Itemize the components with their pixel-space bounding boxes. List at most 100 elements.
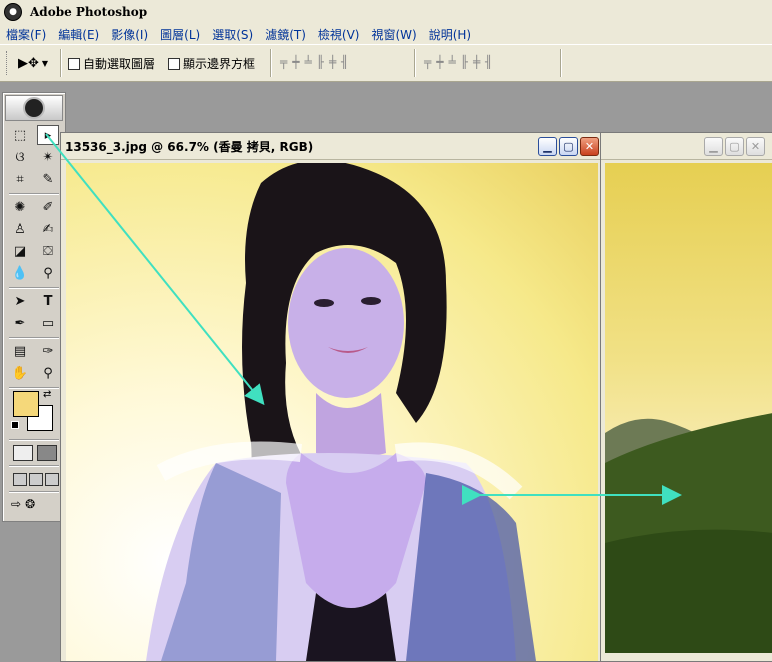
distribute-bottom-icon[interactable]: ╧ <box>448 55 455 69</box>
close-button[interactable]: ✕ <box>746 137 765 156</box>
options-separator <box>414 49 416 77</box>
show-bounding-box-label: 顯示邊界方框 <box>183 57 256 71</box>
type-tool-icon[interactable]: T <box>37 291 59 311</box>
toolbox-separator <box>9 337 59 339</box>
document-canvas[interactable] <box>605 163 772 653</box>
menu-image[interactable]: 影像(I) <box>105 26 154 43</box>
move-tool-icon[interactable]: ▸ <box>37 125 59 145</box>
full-screen-mode-button[interactable] <box>45 473 59 486</box>
menubar: 檔案(F) 編輯(E) 影像(I) 圖層(L) 選取(S) 濾鏡(T) 檢視(V… <box>0 24 772 44</box>
blur-tool-icon[interactable]: 💧 <box>9 263 31 283</box>
menu-help[interactable]: 說明(H) <box>423 26 477 43</box>
healing-brush-tool-icon[interactable]: ✺ <box>9 197 31 217</box>
align-top-icon[interactable]: ╤ <box>280 55 287 69</box>
menu-window[interactable]: 視窗(W) <box>365 26 422 43</box>
jump-to-imageready-button[interactable]: ⇨ ❂ <box>11 497 57 515</box>
distribute-right-icon[interactable]: ╢ <box>485 55 492 69</box>
document-canvas[interactable] <box>66 163 598 661</box>
options-bar: ▶✥ ▼ 自動選取圖層 顯示邊界方框 ╤ ┿ ╧ ╟ ╪ ╢ ╤ ┿ ╧ ╟ ╪… <box>0 44 772 82</box>
align-left-icon[interactable]: ╟ <box>317 55 324 69</box>
toolbox-header-logo[interactable] <box>5 95 63 121</box>
toolbox-separator <box>9 387 59 389</box>
full-screen-menu-mode-button[interactable] <box>29 473 43 486</box>
lasso-tool-icon[interactable]: ଓ <box>9 147 31 167</box>
rectangle-tool-icon[interactable]: ▭ <box>37 313 59 333</box>
minimize-button[interactable]: ▁ <box>538 137 557 156</box>
crop-tool-icon[interactable]: ⌗ <box>9 169 31 189</box>
app-titlebar: ● Adobe Photoshop <box>0 0 772 25</box>
dodge-tool-icon[interactable]: ⚲ <box>37 263 59 283</box>
auto-select-layer-checkbox[interactable]: 自動選取圖層 <box>68 55 155 72</box>
checkbox-box[interactable] <box>68 57 80 70</box>
menu-layer[interactable]: 圖層(L) <box>154 26 206 43</box>
document-window-landscape[interactable]: ▁ ▢ ✕ <box>600 132 772 662</box>
maximize-button[interactable]: ▢ <box>725 137 744 156</box>
document-titlebar[interactable]: 13536_3.jpg @ 66.7% (香曼 拷貝, RGB) ▁ ▢ ✕ <box>61 133 603 160</box>
align-right-icon[interactable]: ╢ <box>341 55 348 69</box>
clone-stamp-tool-icon[interactable]: ♙ <box>9 219 31 239</box>
zoom-tool-icon[interactable]: ⚲ <box>37 363 59 383</box>
distribute-left-icon[interactable]: ╟ <box>461 55 468 69</box>
imageready-icon: ❂ <box>25 497 36 511</box>
menu-file[interactable]: 檔案(F) <box>0 26 52 43</box>
align-hcenter-icon[interactable]: ╪ <box>329 55 336 69</box>
pen-tool-icon[interactable]: ✒ <box>9 313 31 333</box>
photoshop-eye-icon <box>23 97 45 119</box>
landscape-photo <box>605 413 772 653</box>
menu-filter[interactable]: 濾鏡(T) <box>259 26 312 43</box>
brush-tool-icon[interactable]: ✐ <box>37 197 59 217</box>
standard-screen-mode-button[interactable] <box>13 473 27 486</box>
options-separator <box>560 49 562 77</box>
distribute-vcenter-icon[interactable]: ┿ <box>436 55 443 69</box>
marquee-tool-icon[interactable]: ⬚ <box>9 125 31 145</box>
toolbox-separator <box>9 193 59 195</box>
toolbox-separator <box>9 287 59 289</box>
maximize-button[interactable]: ▢ <box>559 137 578 156</box>
align-buttons-group: ╤ ┿ ╧ ╟ ╪ ╢ <box>280 55 348 69</box>
document-window-portrait[interactable]: 13536_3.jpg @ 66.7% (香曼 拷貝, RGB) ▁ ▢ ✕ <box>60 132 604 662</box>
magic-wand-tool-icon[interactable]: ✴ <box>37 147 59 167</box>
tool-preset-picker[interactable]: ▶✥ ▼ <box>18 53 52 73</box>
minimize-button[interactable]: ▁ <box>704 137 723 156</box>
show-bounding-box-checkbox[interactable]: 顯示邊界方框 <box>168 55 255 72</box>
toolbox-separator <box>9 439 59 441</box>
eraser-tool-icon[interactable]: ◪ <box>9 241 31 261</box>
options-separator <box>270 49 272 77</box>
options-separator <box>60 49 62 77</box>
eyedropper-tool-icon[interactable]: ✑ <box>37 341 59 361</box>
document-titlebar[interactable]: ▁ ▢ ✕ <box>601 133 772 160</box>
standard-mode-button[interactable] <box>13 445 33 461</box>
foreground-color-swatch[interactable] <box>13 391 39 417</box>
swap-colors-icon[interactable]: ⇄ <box>43 389 51 400</box>
paint-bucket-tool-icon[interactable]: ⛋ <box>37 241 59 261</box>
history-brush-tool-icon[interactable]: ✍ <box>37 219 59 239</box>
document-title: 13536_3.jpg @ 66.7% (香曼 拷貝, RGB) <box>65 139 314 154</box>
app-title: Adobe Photoshop <box>30 5 148 19</box>
distribute-buttons-group: ╤ ┿ ╧ ╟ ╪ ╢ <box>424 55 492 69</box>
hand-tool-icon[interactable]: ✋ <box>9 363 31 383</box>
align-bottom-icon[interactable]: ╧ <box>304 55 311 69</box>
quick-mask-mode-button[interactable] <box>37 445 57 461</box>
toolbox-palette: ⬚ ▸ ଓ ✴ ⌗ ✎ ✺ ✐ ♙ ✍ ◪ ⛋ 💧 ⚲ ➤ T ✒ ▭ ▤ ✑ … <box>2 92 66 522</box>
window-buttons: ▁ ▢ ✕ <box>538 137 599 156</box>
slice-tool-icon[interactable]: ✎ <box>37 169 59 189</box>
close-button[interactable]: ✕ <box>580 137 599 156</box>
menu-view[interactable]: 檢視(V) <box>312 26 366 43</box>
move-tool-icon: ▶✥ <box>18 55 39 71</box>
menu-select[interactable]: 選取(S) <box>206 26 259 43</box>
path-selection-tool-icon[interactable]: ➤ <box>9 291 31 311</box>
toolbox-separator <box>9 491 59 493</box>
align-vcenter-icon[interactable]: ┿ <box>292 55 299 69</box>
checkbox-box[interactable] <box>168 57 180 70</box>
distribute-hcenter-icon[interactable]: ╪ <box>473 55 480 69</box>
options-grip[interactable] <box>6 51 10 75</box>
auto-select-layer-label: 自動選取圖層 <box>83 57 156 71</box>
photoshop-eye-icon[interactable]: ● <box>4 3 22 21</box>
imageready-icon: ⇨ <box>11 497 22 511</box>
distribute-top-icon[interactable]: ╤ <box>424 55 431 69</box>
default-colors-icon[interactable] <box>11 421 19 429</box>
portrait-photo <box>146 163 536 661</box>
notes-tool-icon[interactable]: ▤ <box>9 341 31 361</box>
toolbox-separator <box>9 465 59 467</box>
menu-edit[interactable]: 編輯(E) <box>52 26 105 43</box>
